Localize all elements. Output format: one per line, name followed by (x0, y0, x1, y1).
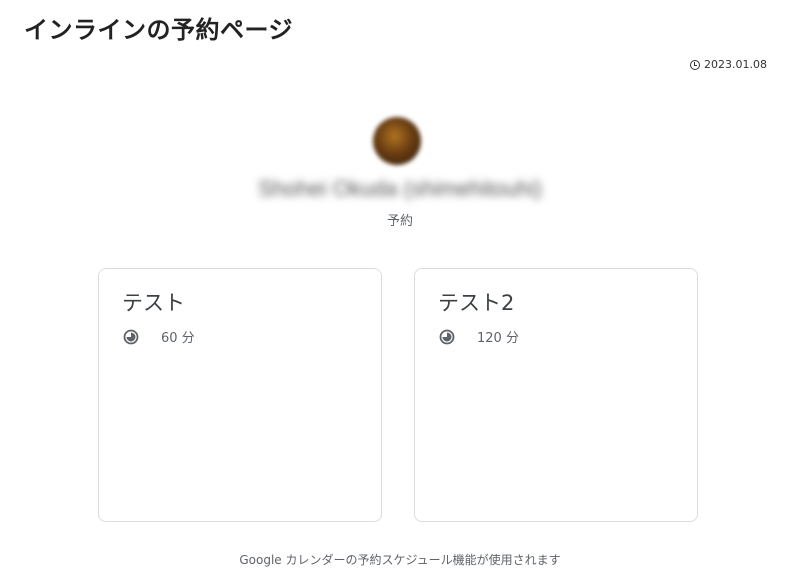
post-date-text: 2023.01.08 (704, 58, 767, 71)
duration-text: 60 分 (161, 331, 195, 346)
page-subtitle: 予約 (386, 214, 413, 229)
host-name: Shohei Okuda (shimehitouhi) (258, 176, 542, 201)
duration-text: 120 分 (477, 331, 519, 346)
appointment-duration: 60 分 (123, 327, 195, 346)
post-date: 2023.01.08 (690, 58, 767, 71)
appointment-duration: 120 分 (439, 327, 519, 346)
appointment-title: テスト2 (438, 291, 515, 315)
appointment-title: テスト (122, 291, 185, 315)
page-title: インラインの予約ページ (24, 16, 294, 44)
appointment-card-test[interactable]: テスト 60 分 (98, 268, 382, 522)
timer-icon (123, 329, 139, 344)
footer-note: Google カレンダーの予約スケジュール機能が使用されます (239, 553, 561, 567)
clock-icon (690, 59, 701, 70)
appointment-card-test2[interactable]: テスト2 120 分 (414, 268, 698, 522)
avatar (373, 117, 421, 165)
timer-icon (439, 329, 455, 344)
